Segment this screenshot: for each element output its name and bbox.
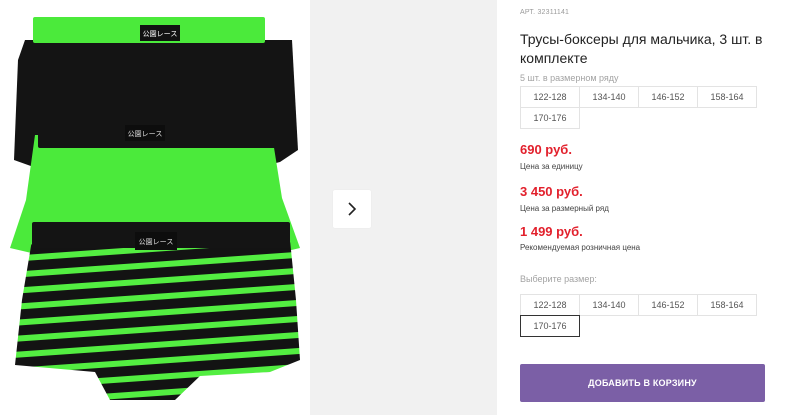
choose-size-label: Выберите размер:: [520, 274, 597, 284]
size-selector: 122-128 134-140 146-152 158-164 170-176: [520, 294, 757, 337]
set-size-item: 170-176: [520, 107, 580, 129]
unit-price: 690 руб.: [520, 142, 572, 157]
size-option-158-164[interactable]: 158-164: [697, 294, 757, 316]
add-to-cart-button[interactable]: ДОБАВИТЬ В КОРЗИНУ: [520, 364, 765, 402]
sku-value: 32311141: [537, 9, 570, 16]
sku: АРТ. 32311141: [520, 9, 569, 16]
retail-price-note: Рекомендуемая розничная цена: [520, 243, 641, 252]
product-title: Трусы-боксеры для мальчика, 3 шт. в комп…: [520, 31, 763, 66]
set-size-item: 146-152: [638, 86, 698, 108]
set-price-note: Цена за размерный ряд: [520, 204, 609, 213]
svg-text:公園レース: 公園レース: [143, 30, 178, 38]
svg-text:公園レース: 公園レース: [139, 238, 174, 246]
product-gallery: 公園レース 公園レース 公園レース: [0, 0, 497, 415]
chevron-right-icon: [348, 202, 357, 216]
set-price: 3 450 руб.: [520, 184, 583, 199]
set-size-item: 134-140: [579, 86, 639, 108]
set-size-list: 122-128 134-140 146-152 158-164 170-176: [520, 86, 757, 129]
size-option-146-152[interactable]: 146-152: [638, 294, 698, 316]
sku-label: АРТ.: [520, 9, 536, 16]
retail-price: 1 499 руб.: [520, 224, 583, 239]
svg-text:公園レース: 公園レース: [128, 130, 163, 138]
set-caption: 5 шт. в размерном ряду: [520, 73, 619, 83]
unit-price-note: Цена за единицу: [520, 162, 583, 171]
set-size-item: 122-128: [520, 86, 580, 108]
product-photo[interactable]: 公園レース 公園レース 公園レース: [0, 0, 310, 415]
set-size-item: 158-164: [697, 86, 757, 108]
size-option-122-128[interactable]: 122-128: [520, 294, 580, 316]
boxers-image: 公園レース 公園レース 公園レース: [10, 17, 300, 400]
size-option-134-140[interactable]: 134-140: [579, 294, 639, 316]
size-option-170-176[interactable]: 170-176: [520, 315, 580, 337]
gallery-next-button[interactable]: [333, 190, 371, 228]
